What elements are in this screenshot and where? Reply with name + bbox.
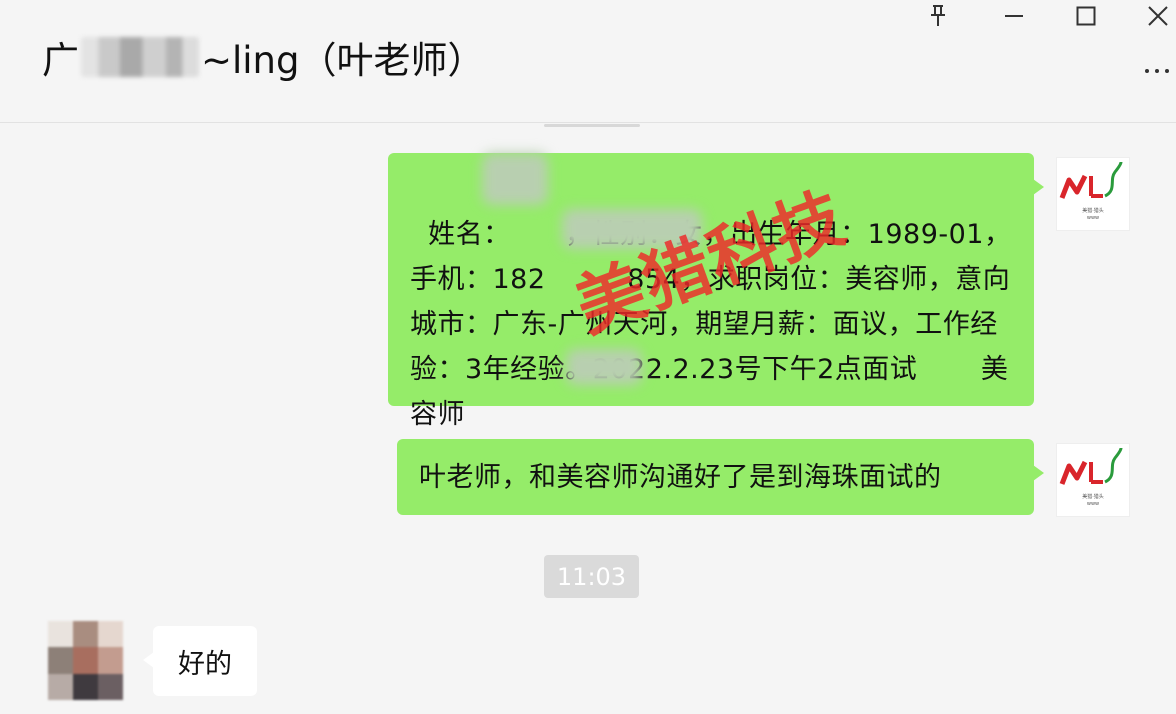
message-bubble-outgoing[interactable]: 姓名： ，性别：女，出生年月：1989-01，手机：182 854，求职岗位：美… [388, 153, 1044, 430]
more-dot-icon [1155, 69, 1159, 73]
avatar-self[interactable]: 美猎·猎头 www [1056, 157, 1130, 231]
more-options-button[interactable] [1138, 58, 1176, 84]
more-dot-icon [1165, 69, 1169, 73]
pin-button[interactable] [918, 0, 958, 32]
message-bubble-outgoing[interactable]: 叶老师，和美容师沟通好了是到海珠面试的 [397, 439, 1044, 515]
more-dot-icon [1145, 69, 1149, 73]
message-bubble-incoming[interactable]: 好的 [143, 626, 257, 696]
message-text: 叶老师，和美容师沟通好了是到海珠面试的 [419, 461, 942, 493]
redacted-name [81, 37, 199, 77]
title-bar: 广 ~ling（叶老师） [0, 0, 1176, 123]
avatar-self[interactable]: 美猎·猎头 www [1056, 443, 1130, 517]
timestamp-badge: 11:03 [544, 555, 639, 598]
minimize-icon [1005, 15, 1023, 17]
chat-title: 广 ~ling（叶老师） [42, 34, 485, 82]
chat-title-suffix: ~ling（叶老师） [201, 39, 485, 82]
close-icon [1148, 6, 1168, 26]
chat-title-prefix: 广 [42, 39, 79, 82]
redaction-mask [562, 209, 702, 249]
minimize-button[interactable] [994, 0, 1034, 32]
avatar-contact[interactable] [48, 621, 123, 700]
pin-icon [931, 5, 945, 26]
message-text: 姓名： ，性别：女，出生年月：1989-01，手机：182 854，求职岗位：美… [410, 219, 1012, 430]
maximize-button[interactable] [1066, 0, 1106, 32]
redaction-mask [566, 349, 642, 385]
close-button[interactable] [1138, 0, 1176, 32]
message-text: 好的 [178, 648, 232, 680]
redaction-mask [482, 153, 548, 205]
maximize-icon [1076, 6, 1096, 26]
scroll-indicator[interactable] [544, 124, 640, 127]
